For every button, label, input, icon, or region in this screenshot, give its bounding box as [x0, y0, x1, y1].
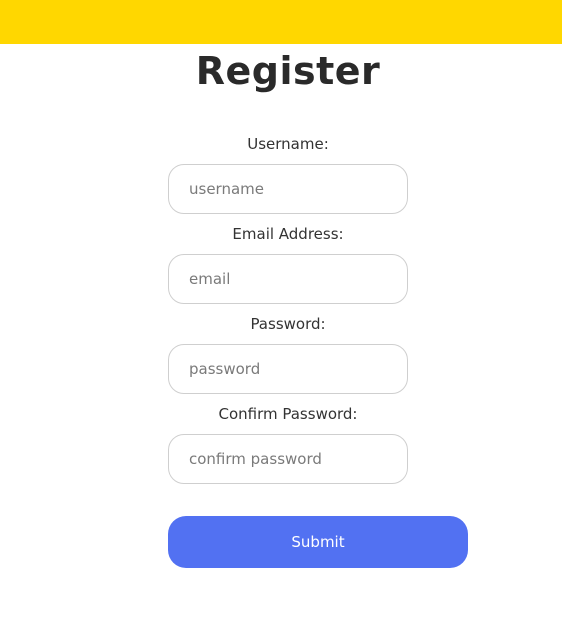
email-input[interactable]	[168, 254, 408, 304]
register-form: Username: Email Address: Password: Confi…	[0, 0, 562, 629]
username-input[interactable]	[168, 164, 408, 214]
confirm-password-label: Confirm Password:	[218, 405, 358, 423]
username-label: Username:	[247, 135, 329, 153]
confirm-password-input[interactable]	[168, 434, 408, 484]
submit-button[interactable]: Submit	[168, 516, 468, 568]
password-label: Password:	[250, 315, 326, 333]
email-label: Email Address:	[232, 225, 344, 243]
password-input[interactable]	[168, 344, 408, 394]
